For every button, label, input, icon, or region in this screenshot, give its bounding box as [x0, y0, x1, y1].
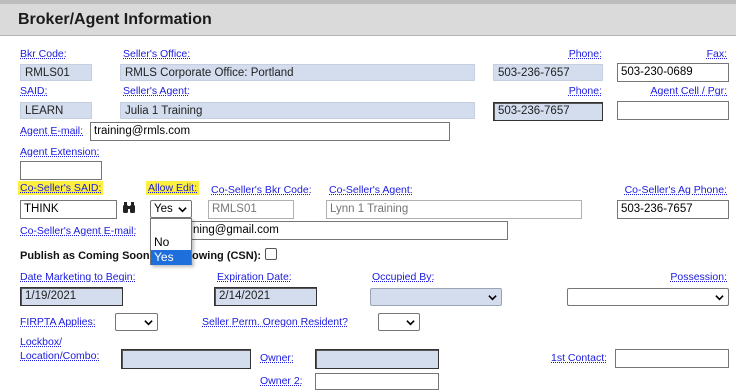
- phone-label: Phone:: [568, 48, 602, 60]
- expiration-date-field[interactable]: 2/14/2021: [214, 287, 317, 306]
- owner-field[interactable]: [315, 349, 439, 369]
- owner-label: Owner:: [260, 352, 294, 364]
- co-seller-agent-input[interactable]: Lynn 1 Training: [326, 200, 582, 219]
- lockbox-combo-field[interactable]: [121, 349, 251, 369]
- firpta-label: FIRPTA Applies:: [20, 316, 96, 328]
- said-field: LEARN: [20, 102, 92, 119]
- date-marketing-field[interactable]: 1/19/2021: [20, 287, 123, 306]
- publish-showing-label: owing (CSN):: [192, 250, 262, 262]
- agent-extension-label: Agent Extension:: [20, 146, 100, 158]
- allow-edit-value: Yes: [154, 203, 173, 215]
- seller-perm-resident-select[interactable]: [378, 313, 420, 331]
- section-title: Broker/Agent Information: [18, 11, 212, 28]
- expiration-date-label: Expiration Date:: [217, 271, 292, 283]
- agent-extension-input[interactable]: [20, 161, 102, 180]
- agent-cell-input[interactable]: [617, 101, 729, 120]
- chevron-down-icon: [144, 320, 153, 326]
- date-marketing-label: Date Marketing to Begin:: [20, 271, 136, 283]
- co-seller-agent-email-label: Co-Seller's Agent E-mail:: [20, 225, 137, 237]
- allow-edit-label: Allow Edit:: [146, 181, 200, 195]
- firpta-select[interactable]: [115, 313, 158, 331]
- co-seller-agent-label: Co-Seller's Agent:: [329, 184, 413, 196]
- agent-email-input[interactable]: training@rmls.com: [90, 122, 450, 141]
- owner-2-input[interactable]: [315, 373, 439, 390]
- first-contact-input[interactable]: [615, 349, 729, 368]
- co-seller-said-input[interactable]: THINK: [20, 200, 117, 219]
- seller-perm-resident-label: Seller Perm. Oregon Resident?: [202, 316, 348, 328]
- allow-edit-select[interactable]: Yes: [150, 200, 192, 218]
- publish-coming-soon-label: Publish as Coming Soon: [20, 250, 150, 262]
- co-seller-agent-email-input[interactable]: ning@gmail.com: [150, 221, 508, 240]
- phone-field: 503-236-7657: [493, 64, 603, 81]
- possession-label: Possession:: [670, 271, 727, 283]
- first-contact-label: 1st Contact:: [551, 352, 608, 364]
- binoculars-icon[interactable]: [122, 202, 136, 214]
- possession-select[interactable]: [567, 288, 729, 306]
- co-seller-bkr-code-input[interactable]: RMLS01: [208, 200, 294, 219]
- co-seller-ag-phone-input[interactable]: 503-236-7657: [617, 200, 729, 219]
- co-seller-bkr-code-label: Co-Seller's Bkr Code:: [211, 184, 312, 196]
- chevron-down-icon: [178, 207, 187, 213]
- lockbox-label: Lockbox/: [20, 336, 63, 348]
- allow-edit-option-yes[interactable]: Yes: [151, 250, 191, 265]
- sellers-agent-label: Seller's Agent:: [123, 85, 190, 97]
- chevron-down-icon: [488, 295, 497, 301]
- bkr-code-label: Bkr Code:: [20, 48, 67, 60]
- occupied-by-select[interactable]: [370, 288, 502, 306]
- said-label: SAID:: [20, 85, 48, 97]
- agent-phone-field: 503-236-7657: [493, 102, 603, 121]
- location-combo-label: Location/Combo:: [20, 350, 100, 362]
- phone-label-2: Phone:: [568, 85, 602, 97]
- agent-email-label: Agent E-mail:: [20, 125, 84, 137]
- allow-edit-dropdown[interactable]: No Yes: [150, 218, 192, 265]
- co-seller-ag-phone-label: Co-Seller's Ag Phone:: [624, 184, 727, 196]
- co-seller-said-label: Co-Seller's SAID:: [18, 181, 104, 195]
- agent-cell-label: Agent Cell / Pgr:: [650, 85, 727, 97]
- chevron-down-icon: [715, 295, 724, 301]
- occupied-by-label: Occupied By:: [372, 271, 435, 283]
- chevron-down-icon: [406, 320, 415, 326]
- fax-label: Fax:: [706, 48, 727, 60]
- sellers-agent-field: Julia 1 Training: [120, 102, 475, 119]
- allow-edit-option-no[interactable]: No: [151, 235, 191, 250]
- fax-input[interactable]: 503-230-0689: [617, 63, 729, 82]
- sellers-office-field: RMLS Corporate Office: Portland: [120, 64, 475, 81]
- section-header: Broker/Agent Information: [0, 0, 736, 36]
- publish-coming-soon-checkbox[interactable]: [265, 248, 277, 260]
- owner-2-label: Owner 2:: [260, 375, 303, 387]
- sellers-office-label: Seller's Office:: [123, 48, 191, 60]
- bkr-code-field: RMLS01: [20, 64, 92, 81]
